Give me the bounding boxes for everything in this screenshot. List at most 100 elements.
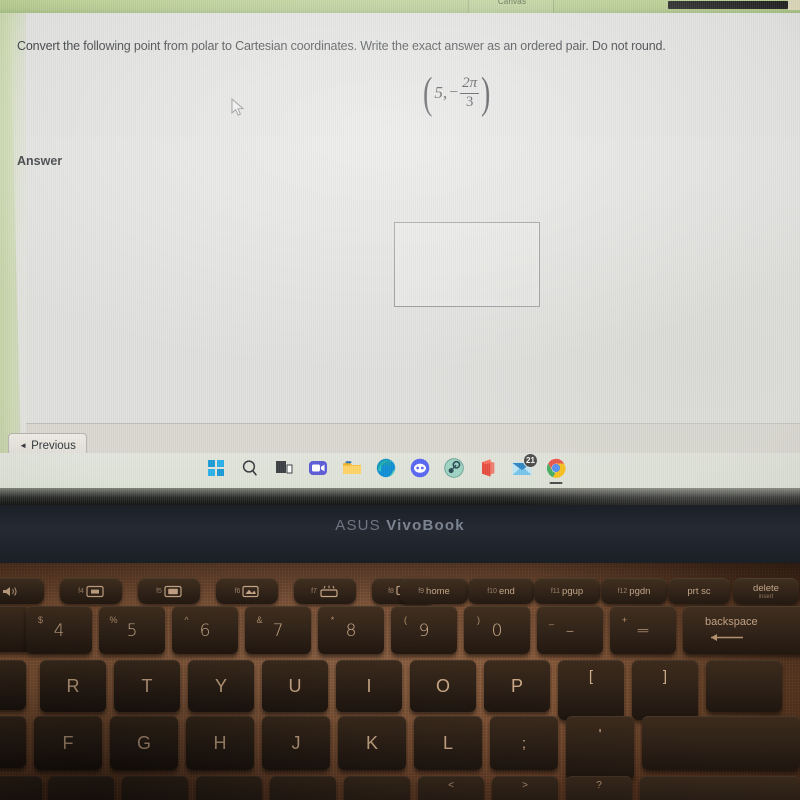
key-7-label: 7 xyxy=(272,620,284,641)
key-f5[interactable]: f5 xyxy=(138,578,200,604)
key-5[interactable]: % 5 xyxy=(99,606,165,654)
key-f12[interactable]: f12 pgdn xyxy=(601,578,667,604)
key-f10-function: end xyxy=(498,585,515,597)
key-E[interactable] xyxy=(0,660,26,710)
key-6-label: 6 xyxy=(199,620,211,641)
key-U[interactable]: U xyxy=(262,660,328,712)
key-delete-label: delete xyxy=(753,582,779,594)
task-view-icon[interactable] xyxy=(273,457,295,479)
office-icon[interactable] xyxy=(477,457,499,479)
video-chat-icon[interactable] xyxy=(307,457,329,479)
key-7[interactable]: & 7 xyxy=(245,606,311,654)
key-bracket-left[interactable]: [ xyxy=(558,660,624,720)
key-backslash[interactable] xyxy=(706,660,782,712)
key-f10[interactable]: f10 end xyxy=(468,578,534,604)
polar-coordinate-expression: (5, −2π 3) xyxy=(421,70,492,114)
key-f9-label: f9 xyxy=(418,587,425,595)
key-H[interactable]: H xyxy=(186,716,254,770)
key-J-label: J xyxy=(291,732,301,753)
mail-icon[interactable]: 21 xyxy=(511,453,538,479)
key-Y-label: Y xyxy=(214,675,227,696)
key-O-label: O xyxy=(435,675,450,696)
chrome-running-indicator xyxy=(549,482,563,484)
key-f8-label: f8 xyxy=(388,587,394,595)
key-delete[interactable]: delete insert xyxy=(733,578,799,604)
key-D[interactable] xyxy=(0,716,26,768)
key-f3[interactable] xyxy=(0,578,44,604)
laptop-screen: Canvas Convert the following point from … xyxy=(0,0,800,505)
display-icon xyxy=(242,585,260,597)
key-J[interactable]: J xyxy=(262,716,330,770)
key-greater-than[interactable]: > xyxy=(492,776,558,800)
key-N[interactable] xyxy=(196,776,262,800)
key-M[interactable] xyxy=(270,776,336,800)
key-f4[interactable]: f4 xyxy=(60,578,122,604)
key-0-label: 0 xyxy=(491,620,503,641)
mail-badge-count: 21 xyxy=(523,453,538,468)
key-C[interactable] xyxy=(0,776,42,800)
key-f9-function: home xyxy=(426,585,450,597)
key-quote[interactable]: ' xyxy=(566,716,634,780)
key-f11-label: f11 xyxy=(550,587,561,595)
key-V[interactable] xyxy=(48,776,114,800)
key-f11[interactable]: f11 pgup xyxy=(534,578,600,604)
key-semicolon-label: ; xyxy=(521,734,527,752)
start-icon[interactable] xyxy=(205,457,227,479)
key-f7[interactable]: f7 xyxy=(294,578,356,604)
brightness-down-icon xyxy=(86,585,104,597)
key-equals[interactable]: + = xyxy=(610,606,676,654)
key-G[interactable]: G xyxy=(110,716,178,770)
answer-input[interactable] xyxy=(394,222,540,307)
key-backspace[interactable]: backspace xyxy=(683,606,800,654)
key-f7-label: f7 xyxy=(311,587,317,595)
key-equals-label: = xyxy=(635,620,651,641)
search-icon[interactable] xyxy=(239,457,261,479)
key-O[interactable]: O xyxy=(410,660,476,712)
quiz-page: Convert the following point from polar t… xyxy=(8,13,800,468)
key-Y[interactable]: Y xyxy=(188,660,254,712)
key-K[interactable]: K xyxy=(338,716,406,770)
key-print-screen[interactable]: prt sc xyxy=(668,578,730,604)
key-f9[interactable]: f9 home xyxy=(400,578,468,604)
discord-icon[interactable] xyxy=(409,457,431,479)
key-6[interactable]: ^ 6 xyxy=(172,606,238,654)
key-P[interactable]: P xyxy=(484,660,550,712)
key-U-label: U xyxy=(288,675,302,696)
key-slash[interactable]: ? xyxy=(566,776,632,800)
key-bracket-right[interactable]: ] xyxy=(632,660,698,720)
key-F[interactable]: F xyxy=(34,716,102,770)
edge-icon[interactable] xyxy=(375,457,397,479)
key-semicolon[interactable]: ; xyxy=(490,716,558,770)
key-8[interactable]: * 8 xyxy=(318,606,384,654)
key-period[interactable]: < xyxy=(418,776,484,800)
key-f11-function: pgup xyxy=(562,585,584,597)
previous-button-label: Previous xyxy=(31,440,76,452)
key-minus[interactable]: _ – xyxy=(537,606,603,654)
math-radius: 5 xyxy=(434,83,443,102)
file-explorer-icon[interactable] xyxy=(341,457,363,479)
key-I[interactable]: I xyxy=(336,660,402,712)
key-4[interactable]: $ 4 xyxy=(26,606,92,654)
key-L[interactable]: L xyxy=(414,716,482,770)
previous-carat-icon: ◄ xyxy=(19,441,28,450)
key-f12-function: pgdn xyxy=(629,585,651,597)
key-enter[interactable] xyxy=(642,716,800,770)
key-0[interactable]: ) 0 xyxy=(464,606,530,654)
browser-tab-strip: Canvas xyxy=(0,0,800,13)
key-greater-than-label: > xyxy=(522,780,528,791)
key-comma[interactable] xyxy=(344,776,410,800)
chrome-icon[interactable] xyxy=(545,457,567,484)
key-quote-label: ' xyxy=(598,726,602,743)
math-minus-sign: − xyxy=(449,84,459,101)
key-equals-shift-label: + xyxy=(621,615,628,625)
key-T[interactable]: T xyxy=(114,660,180,712)
key-backspace-label: backspace xyxy=(705,616,758,628)
key-B[interactable] xyxy=(122,776,188,800)
key-R-label: R xyxy=(66,675,80,696)
key-9[interactable]: ( 9 xyxy=(391,606,457,654)
key-bracket-right-label: ] xyxy=(662,668,668,685)
key-R[interactable]: R xyxy=(40,660,106,712)
steam-icon[interactable] xyxy=(443,457,465,479)
key-f6[interactable]: f6 xyxy=(216,578,278,604)
key-right-shift[interactable] xyxy=(640,776,800,800)
